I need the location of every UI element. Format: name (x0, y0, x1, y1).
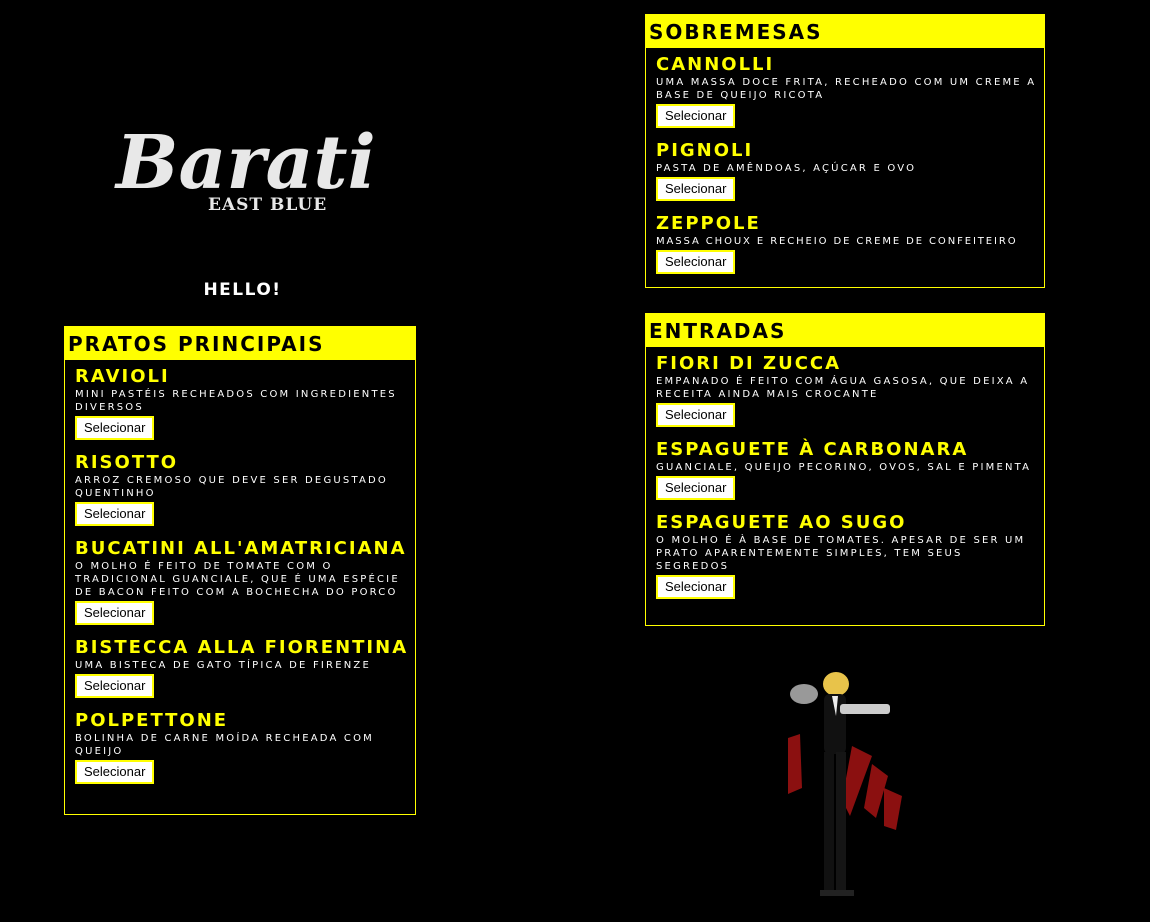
main-dishes-panel: PRATOS PRINCIPAIS RAVIOLI Mini pastéis r… (64, 326, 416, 815)
dish-item: RAVIOLI Mini pastéis recheados com ingre… (75, 366, 409, 440)
dish-description: Bolinha de carne moída recheada com quei… (75, 733, 374, 757)
dish-name: PIGNOLI (656, 140, 754, 161)
dish-name: BUCATINI ALL'AMATRICIANA (75, 538, 407, 559)
select-button[interactable]: Selecionar (656, 250, 736, 274)
dish-item: ESPAGUETE À CARBONARA Guanciale, queijo … (656, 439, 1038, 500)
dish-description: Arroz cremoso que deve ser degustado que… (75, 475, 388, 499)
desserts-panel: SOBREMESAS CANNOLLI Uma massa doce frita… (645, 14, 1045, 288)
dish-item: POLPETTONE Bolinha de carne moída rechea… (75, 710, 409, 784)
dish-description: Empanado é feito com água gasosa, que de… (656, 376, 1030, 400)
dish-name: BISTECCA ALLA FIORENTINA (75, 637, 409, 658)
dish-item: ZEPPOLE Massa choux e recheio de creme d… (656, 213, 1042, 274)
dish-item: FIORI DI ZUCCA Empanado é feito com água… (656, 353, 1038, 427)
select-button[interactable]: Selecionar (75, 601, 155, 625)
dish-name: ESPAGUETE À CARBONARA (656, 439, 969, 460)
dish-name: ESPAGUETE AO SUGO (656, 512, 907, 533)
baratie-logo: Baratiê EAST BLUE (112, 100, 423, 245)
starters-title: ENTRADAS (646, 314, 1044, 347)
select-button[interactable]: Selecionar (75, 760, 155, 784)
dish-description: Uma bisteca de gato típica de Firenze (75, 660, 371, 671)
logo-title: Baratiê (114, 120, 374, 206)
select-button[interactable]: Selecionar (656, 177, 736, 201)
select-button[interactable]: Selecionar (656, 104, 736, 128)
starters-panel: ENTRADAS FIORI DI ZUCCA Empanado é feito… (645, 313, 1045, 626)
dish-name: RISOTTO (75, 452, 179, 473)
dish-description: Mini pastéis recheados com ingredientes … (75, 389, 397, 413)
dish-item: BUCATINI ALL'AMATRICIANA O molho é feito… (75, 538, 409, 625)
dish-name: POLPETTONE (75, 710, 229, 731)
dish-item: PIGNOLI Pasta de amêndoas, açúcar e ovo … (656, 140, 1042, 201)
waiter-illustration (780, 668, 910, 903)
desserts-title: SOBREMESAS (646, 15, 1044, 48)
main-dishes-title: PRATOS PRINCIPAIS (65, 327, 415, 360)
select-button[interactable]: Selecionar (75, 502, 155, 526)
dish-description: Guanciale, queijo pecorino, ovos, sal e … (656, 462, 1032, 473)
dish-description: O molho é feito de tomate com o tradicio… (75, 561, 400, 598)
dish-description: Uma massa doce frita, recheado com um cr… (656, 77, 1037, 101)
dish-item: ESPAGUETE AO SUGO O molho é à base de to… (656, 512, 1038, 599)
select-button[interactable]: Selecionar (75, 674, 155, 698)
dish-description: Pasta de amêndoas, açúcar e ovo (656, 163, 917, 174)
select-button[interactable]: Selecionar (656, 403, 736, 427)
dish-description: Massa choux e recheio de creme de confei… (656, 236, 1018, 247)
dish-item: BISTECCA ALLA FIORENTINA Uma bisteca de … (75, 637, 409, 698)
dish-name: ZEPPOLE (656, 213, 761, 234)
dish-item: CANNOLLI Uma massa doce frita, recheado … (656, 54, 1042, 128)
logo-subtitle: EAST BLUE (208, 195, 327, 215)
dish-name: RAVIOLI (75, 366, 170, 387)
select-button[interactable]: Selecionar (656, 476, 736, 500)
greeting: HELLO! (203, 280, 282, 300)
dish-description: O molho é à base de tomates. Apesar de s… (656, 535, 1026, 572)
dish-name: FIORI DI ZUCCA (656, 353, 842, 374)
select-button[interactable]: Selecionar (75, 416, 155, 440)
dish-name: CANNOLLI (656, 54, 775, 75)
select-button[interactable]: Selecionar (656, 575, 736, 599)
dish-item: RISOTTO Arroz cremoso que deve ser degus… (75, 452, 409, 526)
